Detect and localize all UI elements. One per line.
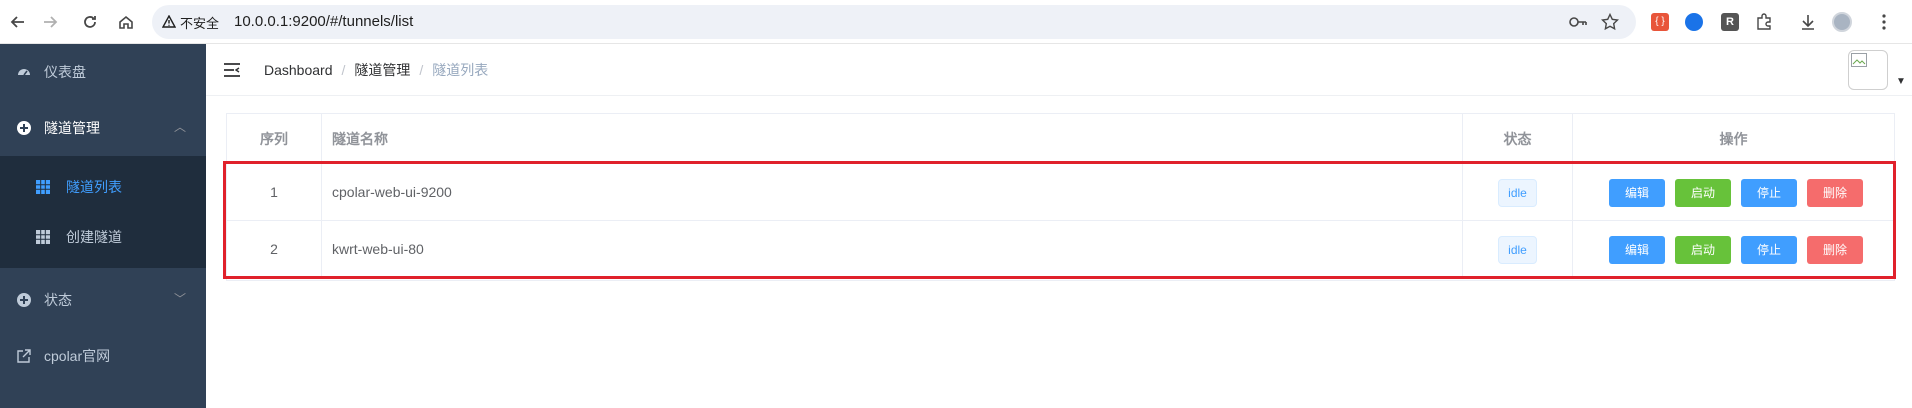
back-icon[interactable] (4, 8, 32, 36)
stop-button[interactable]: 停止 (1741, 179, 1797, 207)
breadcrumb-separator: / (419, 62, 424, 78)
url-text[interactable]: 10.0.0.1:9200/#/tunnels/list (234, 11, 413, 33)
sidebar-item-label: 状态 (44, 292, 72, 308)
sidebar-item-tunnel-management[interactable]: 隧道管理 ︿ (0, 100, 206, 156)
browser-menu-icon[interactable] (1872, 10, 1896, 34)
insecure-label: 不安全 (180, 15, 220, 31)
sidebar-item-label: 仪表盘 (44, 64, 86, 80)
edit-button[interactable]: 编辑 (1609, 236, 1665, 264)
table-header: 序列 隧道名称 状态 操作 (227, 114, 1894, 164)
tunnel-submenu: 隧道列表 创建隧道 (0, 156, 206, 268)
plus-circle-icon (17, 293, 31, 307)
start-button[interactable]: 启动 (1675, 179, 1731, 207)
status-cell: idle (1463, 221, 1573, 278)
sidebar: 仪表盘 隧道管理 ︿ 隧道列表 创建隧道 状态 ﹀ cpolar官网 (0, 44, 206, 408)
external-link-icon (17, 349, 31, 363)
browser-toolbar: 不安全 10.0.0.1:9200/#/tunnels/list { } R (0, 0, 1912, 44)
breadcrumb-tunnel-list: 隧道列表 (432, 62, 489, 78)
delete-button[interactable]: 删除 (1807, 236, 1863, 264)
tunnel-name: kwrt-web-ui-80 (322, 221, 1463, 278)
start-button[interactable]: 启动 (1675, 236, 1731, 264)
actions-cell: 编辑 启动 停止 删除 (1573, 164, 1894, 221)
table-row: 1 cpolar-web-ui-9200 idle 编辑 启动 停止 删除 (227, 164, 1894, 221)
sidebar-item-create-tunnel[interactable]: 创建隧道 (0, 212, 206, 262)
warning-icon (162, 15, 176, 28)
breadcrumb-dashboard[interactable]: Dashboard (264, 61, 333, 79)
navbar: Dashboard / 隧道管理 / 隧道列表 ▼ (206, 44, 1912, 96)
status-cell: idle (1463, 164, 1573, 221)
star-icon[interactable] (1598, 10, 1622, 34)
downloads-icon[interactable] (1796, 10, 1820, 34)
reload-icon[interactable] (76, 8, 104, 36)
user-avatar[interactable] (1848, 50, 1888, 90)
actions-cell: 编辑 启动 停止 删除 (1573, 221, 1894, 278)
column-header-status: 状态 (1463, 114, 1573, 164)
sidebar-item-label: 隧道列表 (66, 179, 122, 195)
tunnel-name: cpolar-web-ui-9200 (322, 164, 1463, 221)
extension-download-icon[interactable] (1682, 10, 1706, 34)
breadcrumb: Dashboard / 隧道管理 / 隧道列表 (264, 61, 488, 79)
stop-button[interactable]: 停止 (1741, 236, 1797, 264)
grid-icon (36, 180, 50, 194)
security-indicator[interactable]: 不安全 (162, 11, 219, 33)
grid-icon (36, 230, 50, 244)
row-index: 1 (227, 164, 322, 221)
column-header-actions: 操作 (1719, 131, 1748, 147)
plus-circle-icon (17, 121, 31, 135)
status-badge: idle (1498, 236, 1537, 265)
sidebar-item-label: cpolar官网 (44, 348, 111, 364)
sidebar-item-cpolar-website[interactable]: cpolar官网 (0, 328, 206, 384)
extension-json-icon[interactable]: { } (1648, 10, 1672, 34)
column-header-name: 隧道名称 (322, 114, 1463, 164)
sidebar-item-dashboard[interactable]: 仪表盘 (0, 44, 206, 100)
sidebar-item-status[interactable]: 状态 ﹀ (0, 272, 206, 328)
chevron-down-icon: ﹀ (173, 292, 186, 306)
column-header-index: 序列 (227, 114, 322, 164)
table-row: 2 kwrt-web-ui-80 idle 编辑 启动 停止 删除 (227, 221, 1894, 278)
profile-avatar-icon[interactable] (1830, 10, 1854, 34)
chevron-up-icon: ︿ (173, 120, 186, 134)
forward-icon[interactable] (36, 8, 64, 36)
status-badge: idle (1498, 179, 1537, 208)
caret-down-icon[interactable]: ▼ (1896, 76, 1906, 87)
sidebar-item-tunnel-list[interactable]: 隧道列表 (0, 162, 206, 212)
sidebar-item-label: 隧道管理 (44, 120, 100, 136)
row-index: 2 (227, 221, 322, 278)
home-icon[interactable] (112, 8, 140, 36)
key-icon[interactable] (1566, 10, 1590, 34)
sidebar-item-label: 创建隧道 (66, 229, 122, 245)
delete-button[interactable]: 删除 (1807, 179, 1863, 207)
breadcrumb-separator: / (341, 62, 346, 78)
dashboard-icon (18, 69, 30, 76)
broken-image-icon (1851, 53, 1867, 67)
hamburger-toggle-icon[interactable] (222, 60, 242, 80)
tunnel-table: 序列 隧道名称 状态 操作 1 cpolar-web-ui-9200 idle … (226, 113, 1895, 281)
edit-button[interactable]: 编辑 (1609, 179, 1665, 207)
extension-r-icon[interactable]: R (1718, 10, 1742, 34)
breadcrumb-tunnel-management[interactable]: 隧道管理 (354, 61, 410, 79)
extensions-puzzle-icon[interactable] (1752, 10, 1776, 34)
